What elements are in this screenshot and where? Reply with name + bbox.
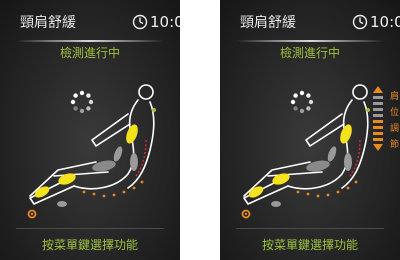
loading-spinner-icon <box>70 90 94 114</box>
status-text: 檢測進行中 <box>279 46 340 60</box>
clock-icon <box>132 14 148 30</box>
clock-icon <box>352 14 368 30</box>
hint-text: 按菜單鍵選擇功能 <box>41 238 138 252</box>
footer-divider <box>236 228 384 229</box>
side-label-char: 調 <box>390 124 400 134</box>
header-divider <box>236 40 384 42</box>
footer-divider <box>16 228 164 229</box>
mode-title: 頸肩舒緩 <box>20 15 76 31</box>
side-label-char: 位 <box>390 108 400 118</box>
side-label-char: 肩 <box>390 92 400 102</box>
loading-spinner-icon <box>290 90 314 114</box>
hint-text: 按菜單鍵選擇功能 <box>261 238 358 252</box>
arrow-up-icon <box>373 86 383 93</box>
screen-left: 頸肩舒緩 10:00 檢測進行中 <box>0 0 180 260</box>
header-divider <box>16 40 164 42</box>
status-text: 檢測進行中 <box>59 46 120 60</box>
mode-title: 頸肩舒緩 <box>240 15 296 31</box>
timer: 10:00 <box>150 13 180 31</box>
arrow-down-icon <box>373 144 383 151</box>
side-label-char: 節 <box>390 140 400 150</box>
massage-chair-figure <box>27 84 156 219</box>
screen-right: 頸肩舒緩 10:00 檢測進行中 <box>220 0 400 260</box>
timer: 10:00 <box>370 13 400 31</box>
